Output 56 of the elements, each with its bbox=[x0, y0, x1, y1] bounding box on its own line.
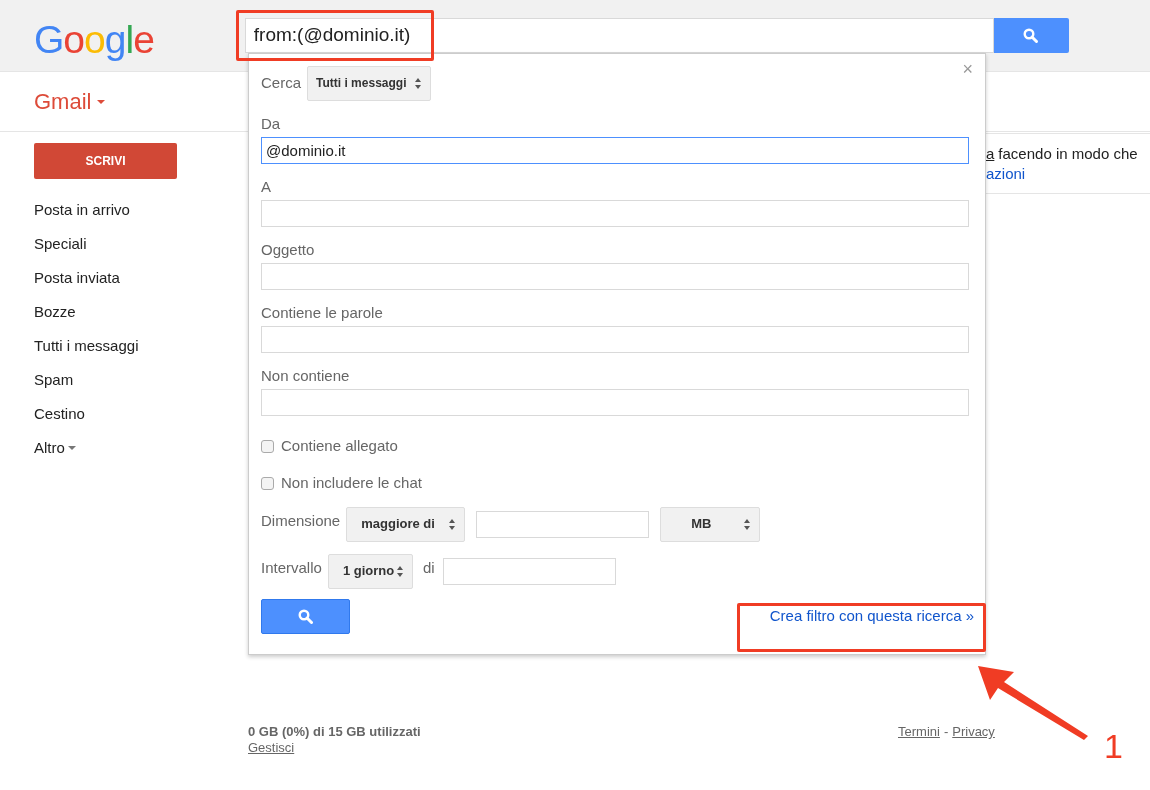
field-label: Oggetto bbox=[261, 240, 316, 260]
checkbox[interactable] bbox=[261, 440, 274, 453]
spinner-icon bbox=[414, 76, 423, 90]
nav-item[interactable]: Cestino bbox=[34, 397, 85, 431]
footer-link[interactable]: Termini bbox=[898, 724, 940, 740]
notice-link[interactable]: azioni bbox=[986, 164, 1150, 184]
search-button[interactable] bbox=[993, 18, 1069, 53]
text-field[interactable] bbox=[261, 263, 969, 290]
compose-button[interactable]: SCRIVI bbox=[34, 143, 177, 179]
manage-link[interactable]: Gestisci bbox=[248, 740, 295, 756]
nav-item[interactable]: Speciali bbox=[34, 227, 87, 261]
nav-item[interactable]: Altro bbox=[34, 431, 76, 465]
field-label: Da bbox=[261, 114, 282, 134]
comparator-select[interactable]: maggiore di bbox=[346, 506, 466, 542]
spinner-icon bbox=[395, 564, 404, 578]
field-label: Non contiene bbox=[261, 366, 351, 386]
search-field[interactable]: from:(@dominio.it) bbox=[244, 18, 994, 53]
checkbox-label: Non includere le chat bbox=[281, 473, 422, 494]
separator-text: - bbox=[943, 724, 949, 740]
google-logo: Google bbox=[34, 18, 154, 62]
checkbox[interactable] bbox=[261, 477, 274, 490]
search-icon bbox=[1023, 27, 1040, 44]
nav-item[interactable]: Spam bbox=[34, 363, 74, 397]
nav-item[interactable]: Bozze bbox=[34, 295, 76, 329]
scope-select[interactable]: Tutti i messaggi bbox=[307, 65, 432, 101]
gmail-menu[interactable]: Gmail bbox=[34, 85, 106, 118]
field-label: Intervallo bbox=[261, 557, 322, 578]
size-field[interactable] bbox=[476, 510, 650, 538]
text-field[interactable] bbox=[261, 200, 969, 227]
unit-select[interactable]: MB bbox=[660, 506, 761, 542]
spinner-icon bbox=[448, 517, 457, 531]
text-field[interactable]: @dominio.it bbox=[261, 137, 969, 164]
search-icon bbox=[298, 609, 313, 624]
annotation-label: 1 bbox=[1104, 726, 1123, 766]
field-label: di bbox=[422, 557, 435, 578]
field-label: Dimensione bbox=[261, 510, 341, 531]
field-label: A bbox=[261, 177, 272, 197]
caret-icon bbox=[97, 99, 106, 104]
text-field[interactable] bbox=[261, 326, 969, 353]
notice-link[interactable]: a bbox=[986, 144, 995, 164]
spinner-icon bbox=[743, 517, 752, 531]
nav-item[interactable]: Posta inviata bbox=[34, 261, 120, 295]
storage-usage-text: 0 GB (0%) di 15 GB utilizzati bbox=[248, 724, 421, 740]
date-field[interactable] bbox=[442, 557, 616, 585]
nav-item[interactable]: Posta in arrivo bbox=[34, 193, 130, 227]
field-label: Contiene le parole bbox=[261, 303, 384, 323]
notice-text: facendo in modo che bbox=[998, 144, 1138, 164]
text-field[interactable] bbox=[261, 389, 969, 416]
field-label: Cerca bbox=[261, 72, 301, 93]
caret-icon bbox=[67, 446, 76, 450]
checkbox-label: Contiene allegato bbox=[281, 436, 398, 457]
range-select[interactable]: 1 giorno bbox=[327, 553, 413, 589]
create-filter-link[interactable]: Crea filtro con questa ricerca » bbox=[769, 605, 974, 628]
nav-item[interactable]: Tutti i messaggi bbox=[34, 329, 139, 363]
footer-link[interactable]: Privacy bbox=[952, 724, 995, 740]
search-button[interactable] bbox=[261, 599, 350, 634]
